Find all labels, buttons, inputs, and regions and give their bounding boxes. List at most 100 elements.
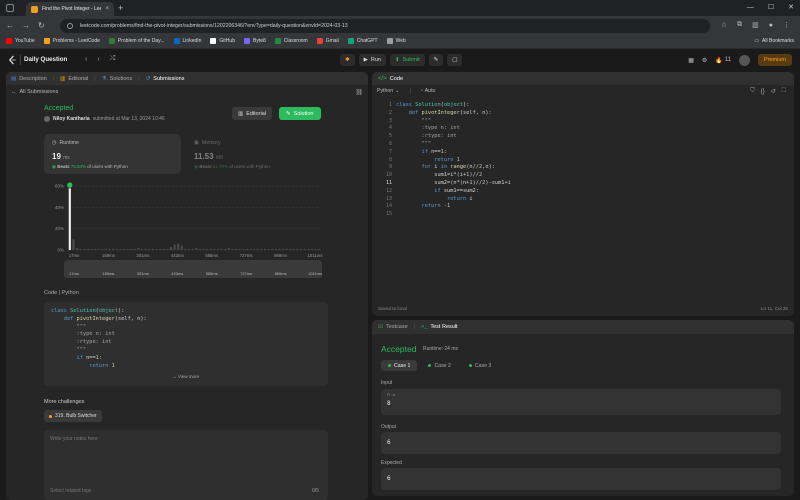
chart-bar: [173, 244, 176, 250]
case-tab-1[interactable]: Case 1: [381, 360, 418, 371]
layout-icon[interactable]: ▦: [688, 57, 694, 64]
beats-icon: ◉: [52, 164, 56, 169]
chart-bar: [162, 248, 165, 250]
chart-bar: [318, 248, 321, 250]
notes-button[interactable]: ✎: [428, 54, 444, 66]
bookmark-item[interactable]: YouTube: [6, 38, 35, 44]
bookmark-item[interactable]: LinkedIn: [173, 38, 201, 44]
url-field[interactable]: leetcode.com/problems/find-the-pivot-int…: [60, 19, 710, 33]
beats-pct: 75.83%: [70, 164, 86, 169]
tab-label: Solutions: [109, 75, 133, 82]
forward-icon[interactable]: →: [22, 21, 30, 30]
premium-button[interactable]: Premium: [757, 54, 792, 66]
bookmark-item[interactable]: Problem of the Day...: [108, 38, 165, 44]
chart-bar: [202, 248, 205, 250]
next-problem-icon[interactable]: ›: [97, 56, 99, 63]
daily-question-link[interactable]: Daily Question: [24, 56, 67, 63]
auto-toggle[interactable]: ▫ Auto: [421, 88, 436, 94]
challenge-chip[interactable]: 319. Bulb Switcher: [44, 410, 102, 422]
runtime-card[interactable]: ◷ Runtime 19 ms ◉ Beats 75.83% of users w…: [44, 134, 181, 174]
divider: |: [409, 88, 411, 94]
streak-counter[interactable]: 🔥 11: [715, 57, 731, 64]
chip-icon: ▣: [194, 140, 199, 146]
leetcode-logo-icon[interactable]: [8, 55, 17, 65]
case-tab-2[interactable]: Case 2: [421, 360, 457, 371]
tab-test-result[interactable]: >_ Test Result: [421, 324, 458, 330]
bookmark-item[interactable]: Classroom: [274, 38, 308, 44]
editorial-button[interactable]: ▥ Editorial: [232, 107, 273, 120]
chart-bar: [195, 247, 198, 250]
bookmark-item[interactable]: ChatGPT: [347, 38, 378, 44]
y-tick-label: 60%: [55, 184, 64, 189]
code-line: if sum1==sum2:: [434, 187, 479, 194]
settings-icon[interactable]: ⚙: [702, 57, 707, 64]
chart-bar: [108, 248, 111, 250]
case-tabs: Case 1 Case 2 Case 3: [381, 360, 498, 371]
bookmark-item[interactable]: Web: [386, 38, 406, 44]
memory-label: ▣ Memory: [194, 140, 221, 146]
bookmark-icon[interactable]: ⛉: [750, 88, 755, 95]
profile-icon[interactable]: ●: [769, 22, 773, 29]
submit-button[interactable]: ⬆ Submit: [389, 54, 425, 66]
memory-card[interactable]: ▣ Memory 11.53 MB ◉ Beats 61.79% of users…: [186, 134, 323, 174]
browser-tab[interactable]: Find the Pivot Integer - LeetCo ×: [26, 2, 114, 16]
extensions-icon[interactable]: ⧉: [737, 21, 742, 29]
user-name[interactable]: Niloy Kantharia: [53, 116, 90, 122]
feedback-button[interactable]: ▢: [447, 54, 463, 66]
code-editor[interactable]: 1 2 3 4 5 6 7 8 9 10 11 12 13 14 15 clas…: [372, 100, 794, 300]
case-tab-3[interactable]: Case 3: [462, 360, 498, 371]
debug-button[interactable]: ✱: [340, 54, 355, 66]
tab-solutions[interactable]: ⚗ Solutions: [102, 76, 133, 82]
minimize-icon[interactable]: —: [747, 4, 754, 11]
chart-bar: [155, 248, 158, 250]
run-button[interactable]: ▶ Run: [358, 54, 386, 66]
bookmark-item[interactable]: Byte8: [243, 38, 266, 44]
bookmark-item[interactable]: GitHub: [210, 38, 235, 44]
avatar[interactable]: [738, 54, 750, 66]
tab-menu-icon[interactable]: [6, 4, 14, 12]
beats-suffix: of users with Python: [87, 164, 128, 169]
share-link-icon[interactable]: ⛓: [355, 89, 363, 96]
maximize-icon[interactable]: ☐: [768, 3, 774, 11]
tab-editorial[interactable]: ▥ Editorial: [60, 76, 88, 82]
close-tab-icon[interactable]: ×: [105, 6, 109, 12]
sidebar-icon[interactable]: ▥: [752, 21, 759, 29]
x-tick-label: 443ms: [171, 253, 184, 258]
bookmark-item[interactable]: Gmail: [316, 38, 339, 44]
reload-icon[interactable]: ↻: [38, 21, 45, 30]
close-window-icon[interactable]: ✕: [788, 3, 794, 11]
chart-bar: [267, 248, 270, 250]
code-language-label: Code | Python: [44, 290, 79, 296]
submission-meta: Niloy Kantharia submitted at Mar 13, 202…: [44, 116, 165, 122]
bookmark-item[interactable]: Problems - LeetCode: [43, 38, 100, 44]
prev-problem-icon[interactable]: ‹: [85, 56, 87, 63]
language-select[interactable]: Python ⌄: [377, 88, 400, 94]
left-tabs: ▤ Description | ▥ Editorial | ⚗ Solutions |…: [6, 72, 368, 85]
braces-icon[interactable]: {}: [761, 89, 765, 95]
tab-label: Description: [19, 75, 47, 82]
menu-dots-icon[interactable]: ⋮: [783, 21, 790, 29]
tab-testcase[interactable]: ☑ Testcase: [378, 324, 408, 330]
view-more-button[interactable]: ⌄ View more: [44, 374, 328, 380]
fullscreen-icon[interactable]: ⛶: [782, 88, 786, 95]
bookmark-favicon-icon: [316, 38, 323, 44]
new-tab-icon[interactable]: +: [118, 3, 123, 13]
back-icon[interactable]: ←: [6, 21, 14, 30]
runtime-distribution-chart[interactable]: 60% 40% 20% 0% 17ms 159ms 301ms 443ms 585ms 727ms…: [36, 180, 326, 280]
solution-button[interactable]: ✎ Solution: [279, 107, 321, 120]
star-icon[interactable]: ☆: [721, 21, 727, 29]
site-info-icon[interactable]: [67, 23, 73, 29]
tags-select[interactable]: Select related tags: [50, 488, 91, 494]
shuffle-icon[interactable]: ⤮: [110, 55, 116, 63]
reset-icon[interactable]: ↺: [771, 88, 776, 95]
saved-status: Saved to local: [378, 306, 407, 311]
chart-bar: [216, 248, 220, 250]
tab-submissions[interactable]: ↺ Submissions: [146, 76, 185, 82]
tab-description[interactable]: ▤ Description: [11, 76, 47, 82]
range-tick-label: 585ms: [206, 271, 218, 276]
code-line: return -1: [421, 203, 451, 210]
bookmark-favicon-icon: [173, 38, 180, 44]
all-submissions-link[interactable]: ← All Submissions: [11, 89, 58, 95]
all-bookmarks[interactable]: ▭ All Bookmarks: [754, 38, 794, 44]
address-bar-row: ← → ↻ leetcode.com/problems/find-the-piv…: [0, 16, 800, 36]
